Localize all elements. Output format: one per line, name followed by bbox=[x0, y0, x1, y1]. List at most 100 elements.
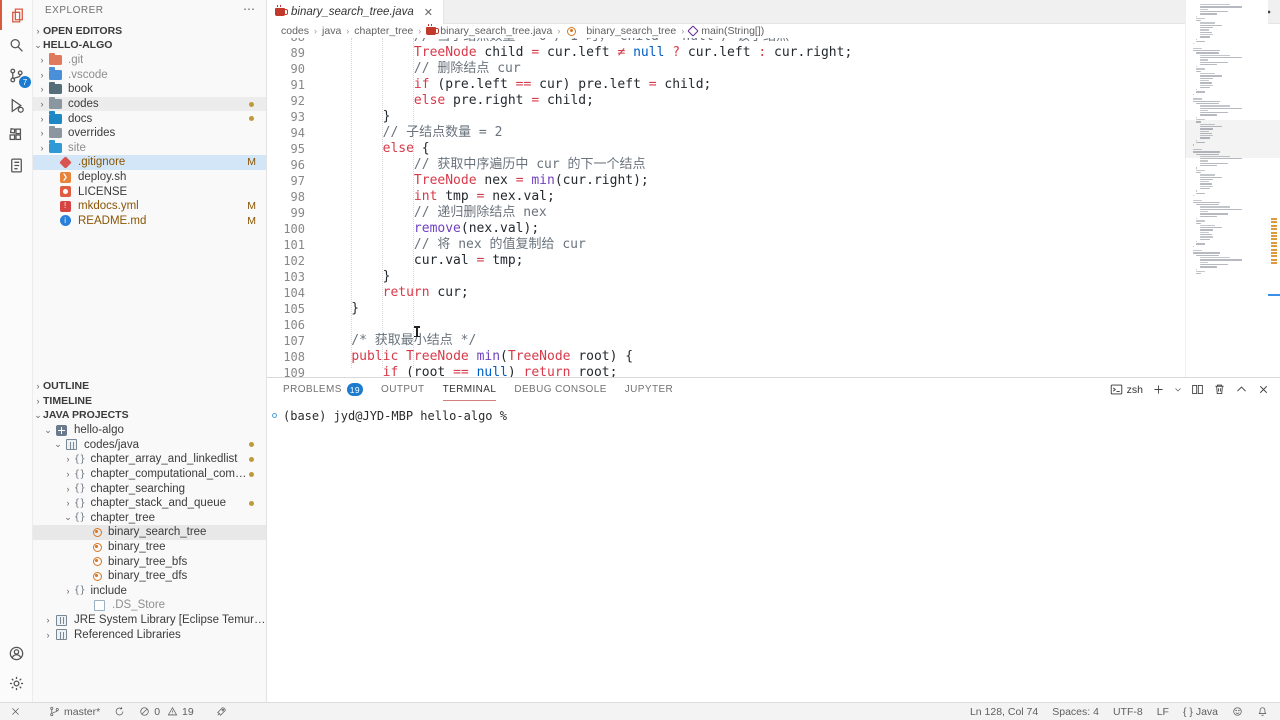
row-readme-md[interactable]: README.mdM bbox=[33, 214, 266, 229]
chevron-icon: › bbox=[37, 84, 47, 94]
row-binary-tree-dfs[interactable]: binary_tree_dfs bbox=[33, 569, 266, 584]
status-item-ln-128-col-74[interactable]: Ln 128, Col 74 bbox=[970, 706, 1038, 718]
row--ds-store[interactable]: .DS_Store bbox=[33, 598, 266, 613]
maximize-panel-icon[interactable] bbox=[1235, 383, 1248, 396]
row-hello-algo[interactable]: ⌄hello-algo bbox=[33, 423, 266, 438]
minimap-slider[interactable] bbox=[1185, 120, 1280, 158]
sync-status[interactable] bbox=[114, 706, 125, 717]
item-label: site bbox=[68, 142, 86, 154]
split-terminal-icon[interactable] bbox=[1191, 383, 1204, 396]
activity-item-extensions[interactable] bbox=[0, 120, 33, 150]
section-java-projects[interactable]: ⌄JAVA PROJECTS bbox=[33, 408, 266, 423]
row-chapter-searching[interactable]: ›{}chapter_searching bbox=[33, 481, 266, 496]
panel-tab-problems[interactable]: PROBLEMS19 bbox=[283, 378, 363, 401]
token: cur) pre.left bbox=[531, 77, 648, 92]
notifications-bell-icon[interactable] bbox=[1257, 706, 1268, 717]
breadcrumb-label: binary_search_tree.java bbox=[440, 25, 552, 37]
row-codes[interactable]: ›codes bbox=[33, 97, 266, 112]
code-line: // 将 nex 的值复制给 cur bbox=[320, 237, 852, 253]
breadcrumb-item-codes[interactable]: codes bbox=[281, 25, 309, 37]
minimap-line bbox=[1196, 68, 1205, 69]
activity-item-search[interactable] bbox=[0, 30, 33, 60]
row-deploy-sh[interactable]: deploy.sh bbox=[33, 170, 266, 185]
breadcrumb-item-chapter-tree[interactable]: chapter_tree bbox=[354, 25, 413, 37]
breadcrumb-item-main-string-[interactable]: main(String[]) bbox=[689, 25, 764, 37]
row-license[interactable]: LICENSE bbox=[33, 184, 266, 199]
row-binary-search-tree[interactable]: binary_search_tree bbox=[33, 525, 266, 540]
section-outline[interactable]: ›OUTLINE bbox=[33, 379, 266, 394]
breadcrumb-item-java[interactable]: java bbox=[322, 25, 341, 37]
activity-item-settings[interactable] bbox=[0, 668, 33, 698]
section-hello-algo[interactable]: ⌄HELLO-ALGO bbox=[33, 38, 266, 53]
tab-binary-search-tree[interactable]: binary_search_tree.java ✕ bbox=[267, 0, 444, 24]
status-bar: master* 0 19 Ln 128, Col 74 Spaces: 4 UTF-… bbox=[0, 702, 1280, 720]
status-item-lf[interactable]: LF bbox=[1157, 706, 1169, 718]
row-include[interactable]: ›{}include bbox=[33, 584, 266, 599]
panel-tab-debug-console[interactable]: DEBUG CONSOLE bbox=[514, 378, 606, 401]
row-binary-tree[interactable]: binary_tree bbox=[33, 540, 266, 555]
sidebar-more-button[interactable]: ⋯ bbox=[243, 2, 256, 16]
minimap-line bbox=[1196, 241, 1197, 242]
minimap-line bbox=[1200, 259, 1242, 260]
section-open-editors[interactable]: ›OPEN EDITORS bbox=[33, 24, 266, 39]
code-line: remove(nex.val); bbox=[320, 221, 852, 237]
close-panel-icon[interactable] bbox=[1257, 383, 1270, 396]
row-codes-java[interactable]: ⌄codes/java bbox=[33, 438, 266, 453]
activity-item-run-and-debug[interactable] bbox=[0, 90, 33, 120]
breadcrumb-item-binary-search-tree[interactable]: binary_search_tree bbox=[565, 25, 676, 37]
remote-indicator[interactable] bbox=[10, 706, 21, 717]
row-site[interactable]: ›site bbox=[33, 141, 266, 156]
branch-status[interactable]: master* bbox=[49, 706, 100, 718]
code-line: return cur; bbox=[320, 285, 852, 301]
item-label: overrides bbox=[68, 127, 115, 139]
minimap-line bbox=[1196, 190, 1197, 191]
tab-close-icon[interactable]: ✕ bbox=[424, 6, 433, 19]
editor-group: binary_search_tree.java ✕ codes›java›cha… bbox=[267, 0, 1280, 377]
minimap-line bbox=[1193, 202, 1220, 203]
modified-dot bbox=[249, 102, 254, 107]
status-item--java[interactable]: { } Java bbox=[1183, 706, 1218, 718]
chevron-down-icon[interactable] bbox=[1174, 383, 1182, 396]
row-chapter-stack-and-queue[interactable]: ›{}chapter_stack_and_queue bbox=[33, 496, 266, 511]
row-jre-system-library-eclipse-temurin-17-17-[interactable]: ›JRE System Library [Eclipse Temurin 17 … bbox=[33, 613, 266, 628]
row-binary-tree-bfs[interactable]: binary_tree_bfs bbox=[33, 554, 266, 569]
row-mkdocs-yml[interactable]: mkdocs.ymlM bbox=[33, 199, 266, 214]
row--git[interactable]: ›.git bbox=[33, 53, 266, 68]
problems-status[interactable]: 0 19 bbox=[139, 706, 194, 718]
terminal-prompt[interactable]: (base) jyd@JYD-MBP hello-algo % bbox=[283, 409, 507, 423]
git-branch-icon bbox=[49, 706, 60, 717]
row-book[interactable]: ›book bbox=[33, 82, 266, 97]
row-chapter-tree[interactable]: ⌄{}chapter_tree bbox=[33, 511, 266, 526]
minimap[interactable] bbox=[1185, 0, 1268, 377]
panel-tab-output[interactable]: OUTPUT bbox=[381, 378, 425, 401]
terminal-picker[interactable]: zsh bbox=[1110, 383, 1143, 396]
activity-item-explorer[interactable] bbox=[0, 0, 33, 30]
line-number: 97 bbox=[267, 173, 305, 189]
row--vscode[interactable]: ›.vscode bbox=[33, 68, 266, 83]
status-item-utf-8[interactable]: UTF-8 bbox=[1113, 706, 1143, 718]
new-terminal-icon[interactable] bbox=[1152, 383, 1165, 396]
activity-item-source-control[interactable]: 7 bbox=[0, 60, 33, 90]
status-item-spaces-4[interactable]: Spaces: 4 bbox=[1052, 706, 1099, 718]
row-chapter-array-and-linkedlist[interactable]: ›{}chapter_array_and_linkedlist bbox=[33, 452, 266, 467]
token: cur.left bbox=[680, 45, 758, 60]
row-overrides[interactable]: ›overrides bbox=[33, 126, 266, 141]
token bbox=[320, 221, 414, 236]
line-number: 88 bbox=[267, 38, 305, 45]
section-timeline[interactable]: ›TIMELINE bbox=[33, 394, 266, 409]
row-chapter-computational-complexity[interactable]: ›{}chapter_computational_complexity bbox=[33, 467, 266, 482]
row--gitignore[interactable]: .gitignoreM bbox=[33, 155, 266, 170]
java-launch-status[interactable] bbox=[216, 706, 227, 717]
row-docs[interactable]: ›docs bbox=[33, 111, 266, 126]
activity-item-notebook[interactable] bbox=[0, 150, 33, 180]
minimap-line bbox=[1196, 193, 1204, 194]
panel-tab-jupyter[interactable]: JUPYTER bbox=[625, 378, 673, 401]
breadcrumb-item-binary-search-tree-java[interactable]: binary_search_tree.java bbox=[426, 25, 552, 37]
activity-item-account[interactable] bbox=[0, 638, 33, 668]
feedback-smiley-icon[interactable] bbox=[1232, 706, 1243, 717]
code-area[interactable]: 8889909192939495969798991001011021031041… bbox=[267, 38, 1185, 377]
kill-terminal-icon[interactable] bbox=[1213, 383, 1226, 396]
row-referenced-libraries[interactable]: ›Referenced Libraries bbox=[33, 627, 266, 642]
code-line bbox=[320, 317, 852, 333]
panel-tab-terminal[interactable]: TERMINAL bbox=[443, 378, 497, 401]
